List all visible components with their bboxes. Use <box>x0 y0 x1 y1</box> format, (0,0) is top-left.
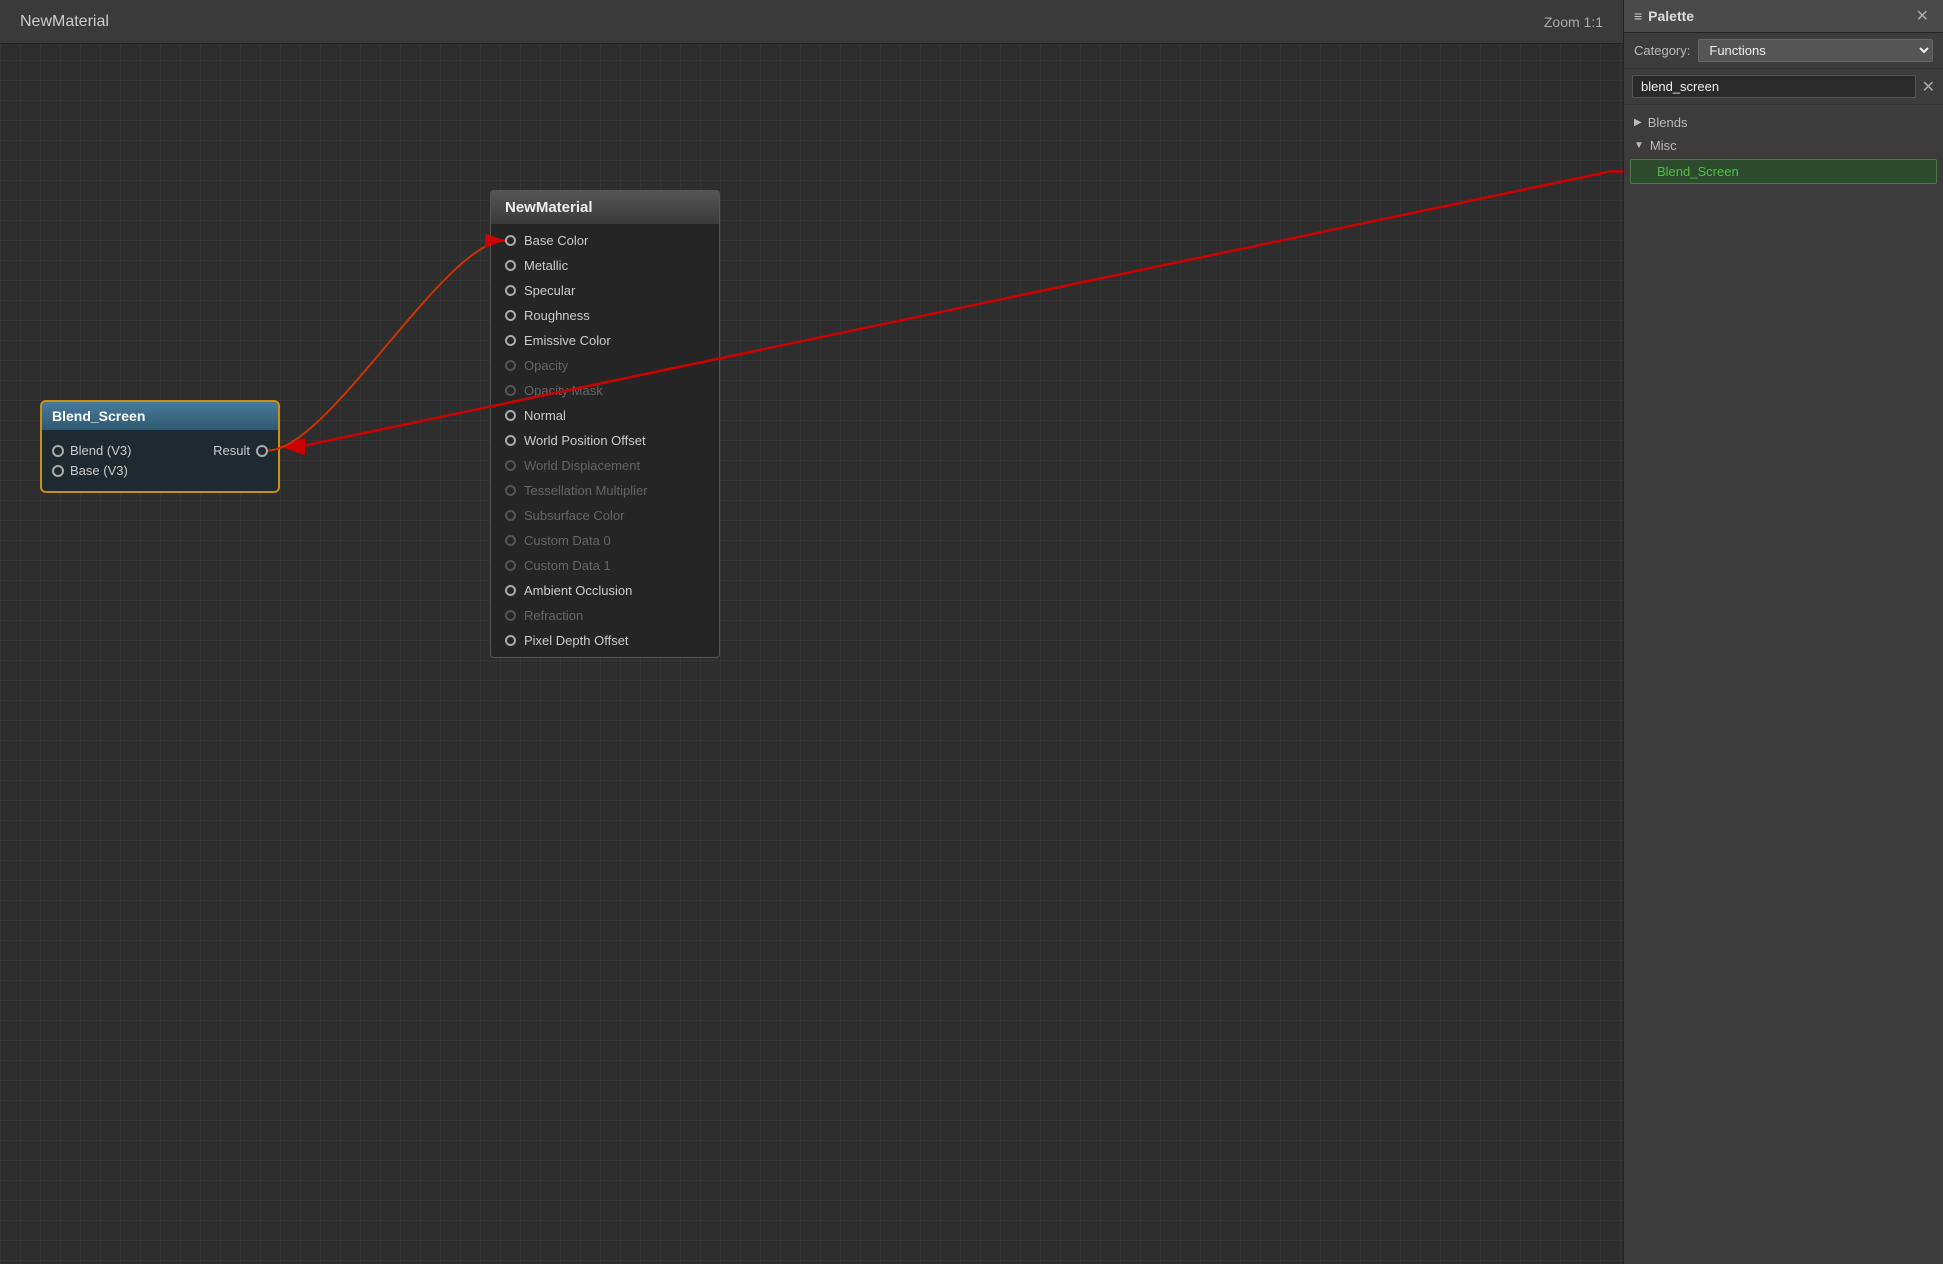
blend-screen-node-body: Blend (V3) Result Base (V3) <box>42 430 278 491</box>
palette-title: Palette <box>1648 8 1911 24</box>
pin-ambient-occlusion: Ambient Occlusion <box>491 578 719 603</box>
pin-specular-icon <box>505 285 516 296</box>
pin-world-position-icon <box>505 435 516 446</box>
pin-opacity-label: Opacity <box>524 358 568 373</box>
pin-normal-label: Normal <box>524 408 566 423</box>
palette-category-row: Category: Functions Textures Parameters … <box>1624 33 1943 69</box>
pin-custom1: Custom Data 1 <box>491 553 719 578</box>
base-pin-label: Base (V3) <box>70 463 128 478</box>
pin-tessellation-label: Tessellation Multiplier <box>524 483 648 498</box>
pin-metallic: Metallic <box>491 253 719 278</box>
pin-tessellation: Tessellation Multiplier <box>491 478 719 503</box>
pin-subsurface-label: Subsurface Color <box>524 508 624 523</box>
palette-search-input[interactable] <box>1632 75 1916 98</box>
pin-roughness-label: Roughness <box>524 308 590 323</box>
blends-group-label: Blends <box>1648 115 1688 130</box>
canvas-area[interactable]: NewMaterial Zoom 1:1 Blend_Screen Blend … <box>0 0 1623 1264</box>
pin-normal: Normal <box>491 403 719 428</box>
palette-category-select[interactable]: Functions Textures Parameters Math All <box>1698 39 1933 62</box>
pin-world-position: World Position Offset <box>491 428 719 453</box>
blend-pin-label: Blend (V3) <box>70 443 131 458</box>
pin-emissive-icon <box>505 335 516 346</box>
pin-base-color: Base Color <box>491 228 719 253</box>
pin-roughness-icon <box>505 310 516 321</box>
material-node-title: NewMaterial <box>491 191 719 224</box>
pin-custom1-label: Custom Data 1 <box>524 558 611 573</box>
pin-refraction: Refraction <box>491 603 719 628</box>
main-area: NewMaterial Zoom 1:1 Blend_Screen Blend … <box>0 0 1943 1264</box>
palette-tree: ▶ Blends ▼ Misc Blend_Screen <box>1624 105 1943 1264</box>
pin-world-position-label: World Position Offset <box>524 433 646 448</box>
material-node-body: Base Color Metallic Specular Roughness E… <box>491 224 719 657</box>
palette-menu-icon: ≡ <box>1634 8 1642 24</box>
pin-opacity-mask-icon <box>505 385 516 396</box>
pin-opacity-mask-label: Opacity Mask <box>524 383 603 398</box>
pin-metallic-label: Metallic <box>524 258 568 273</box>
blend-screen-node[interactable]: Blend_Screen Blend (V3) Result Base <box>40 400 280 493</box>
pin-opacity: Opacity <box>491 353 719 378</box>
palette-search-row: ✕ <box>1624 69 1943 105</box>
pin-subsurface-icon <box>505 510 516 521</box>
result-pin-label: Result <box>213 443 250 458</box>
pin-emissive-label: Emissive Color <box>524 333 611 348</box>
pin-refraction-icon <box>505 610 516 621</box>
misc-group-label: Misc <box>1650 138 1677 153</box>
palette-item-blend-screen-label: Blend_Screen <box>1657 164 1739 179</box>
pin-ambient-occlusion-icon <box>505 585 516 596</box>
zoom-label: Zoom 1:1 <box>1544 14 1603 30</box>
palette-item-blend-screen[interactable]: Blend_Screen <box>1630 159 1937 184</box>
pin-custom1-icon <box>505 560 516 571</box>
blends-group-arrow: ▶ <box>1634 117 1642 128</box>
palette-group-misc[interactable]: ▼ Misc <box>1624 134 1943 157</box>
pin-world-displacement: World Displacement <box>491 453 719 478</box>
pin-opacity-mask: Opacity Mask <box>491 378 719 403</box>
pin-emissive: Emissive Color <box>491 328 719 353</box>
pin-base-color-icon <box>505 235 516 246</box>
pin-refraction-label: Refraction <box>524 608 583 623</box>
pin-pixel-depth-icon <box>505 635 516 646</box>
canvas-title-bar: NewMaterial Zoom 1:1 <box>0 0 1623 44</box>
material-node[interactable]: NewMaterial Base Color Metallic Specular… <box>490 190 720 658</box>
palette-panel: ≡ Palette ✕ Category: Functions Textures… <box>1623 0 1943 1264</box>
canvas-title-text: NewMaterial <box>20 13 109 31</box>
pin-metallic-icon <box>505 260 516 271</box>
pin-base-color-label: Base Color <box>524 233 588 248</box>
pin-normal-icon <box>505 410 516 421</box>
blend-input-pin <box>52 445 64 457</box>
pin-custom0-label: Custom Data 0 <box>524 533 611 548</box>
palette-header: ≡ Palette ✕ <box>1624 0 1943 33</box>
pin-specular-label: Specular <box>524 283 575 298</box>
pin-roughness: Roughness <box>491 303 719 328</box>
node-pin-row-base: Base (V3) <box>52 463 268 478</box>
palette-close-button[interactable]: ✕ <box>1912 6 1933 26</box>
pin-ambient-occlusion-label: Ambient Occlusion <box>524 583 632 598</box>
pin-tessellation-icon <box>505 485 516 496</box>
palette-group-blends[interactable]: ▶ Blends <box>1624 111 1943 134</box>
misc-group-arrow: ▼ <box>1634 140 1644 151</box>
result-output-pin <box>256 445 268 457</box>
pin-custom0-icon <box>505 535 516 546</box>
node-pin-row-blend: Blend (V3) Result <box>52 443 268 458</box>
palette-category-label: Category: <box>1634 43 1690 58</box>
pin-pixel-depth: Pixel Depth Offset <box>491 628 719 653</box>
pin-pixel-depth-label: Pixel Depth Offset <box>524 633 629 648</box>
palette-search-clear-button[interactable]: ✕ <box>1922 77 1935 97</box>
blend-screen-node-title: Blend_Screen <box>42 402 278 430</box>
pin-opacity-icon <box>505 360 516 371</box>
pin-world-displacement-label: World Displacement <box>524 458 640 473</box>
pin-specular: Specular <box>491 278 719 303</box>
annotation-arrows <box>0 0 1623 1264</box>
base-input-pin <box>52 465 64 477</box>
pin-custom0: Custom Data 0 <box>491 528 719 553</box>
pin-world-displacement-icon <box>505 460 516 471</box>
pin-subsurface: Subsurface Color <box>491 503 719 528</box>
